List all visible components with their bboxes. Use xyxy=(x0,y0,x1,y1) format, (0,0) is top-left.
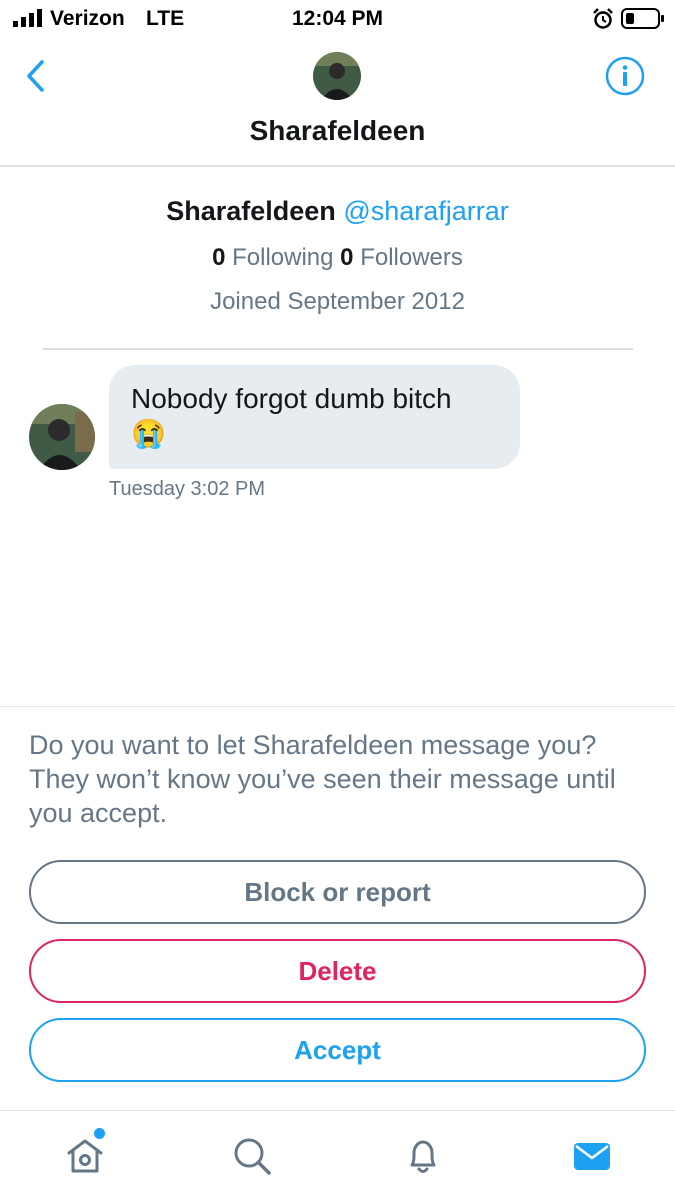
sender-avatar[interactable] xyxy=(29,404,95,470)
back-button[interactable] xyxy=(22,58,50,94)
alarm-icon xyxy=(593,8,613,29)
joined-date: Joined September 2012 xyxy=(210,288,465,315)
tab-home[interactable] xyxy=(55,1128,115,1184)
following-count: 0 xyxy=(212,244,226,271)
clock: 12:04 PM xyxy=(291,7,384,30)
followers-count: 0 xyxy=(340,244,354,271)
notification-dot xyxy=(94,1128,105,1139)
profile-name[interactable]: Sharafeldeen xyxy=(166,196,336,226)
avatar[interactable] xyxy=(313,52,361,100)
followers-label: Followers xyxy=(360,244,463,271)
divider xyxy=(0,706,675,707)
accept-button[interactable]: Accept xyxy=(29,1018,646,1082)
profile-name-line: Sharafeldeen @sharafjarrar xyxy=(0,196,675,227)
block-or-report-button[interactable]: Block or report xyxy=(29,860,646,924)
tab-messages[interactable] xyxy=(562,1128,622,1184)
tab-search[interactable] xyxy=(222,1128,282,1184)
message-request-prompt: Do you want to let Sharafeldeen message … xyxy=(29,730,616,828)
bell-icon xyxy=(410,1140,436,1173)
follow-stats: 0 Following 0 Followers xyxy=(0,244,675,272)
conversation-title: Sharafeldeen xyxy=(249,115,426,146)
tab-notifications[interactable] xyxy=(393,1128,453,1184)
following-label: Following xyxy=(232,244,334,271)
delete-button[interactable]: Delete xyxy=(29,939,646,1003)
info-icon[interactable] xyxy=(604,55,646,97)
message-text: Nobody forgot dumb bitch xyxy=(131,383,452,414)
search-icon xyxy=(234,1138,271,1175)
profile-handle[interactable]: @sharafjarrar xyxy=(343,196,508,226)
crying-emoji: 😭 xyxy=(131,418,166,449)
tab-bar-divider xyxy=(0,1110,675,1111)
home-icon xyxy=(67,1139,103,1173)
status-bar: Verizon LTE 12:04 PM xyxy=(0,0,675,38)
divider xyxy=(43,348,633,350)
message-timestamp: Tuesday 3:02 PM xyxy=(109,478,266,500)
battery-icon xyxy=(621,8,664,29)
mail-icon xyxy=(574,1143,610,1170)
message-bubble[interactable]: Nobody forgot dumb bitch 😭 xyxy=(109,365,520,469)
